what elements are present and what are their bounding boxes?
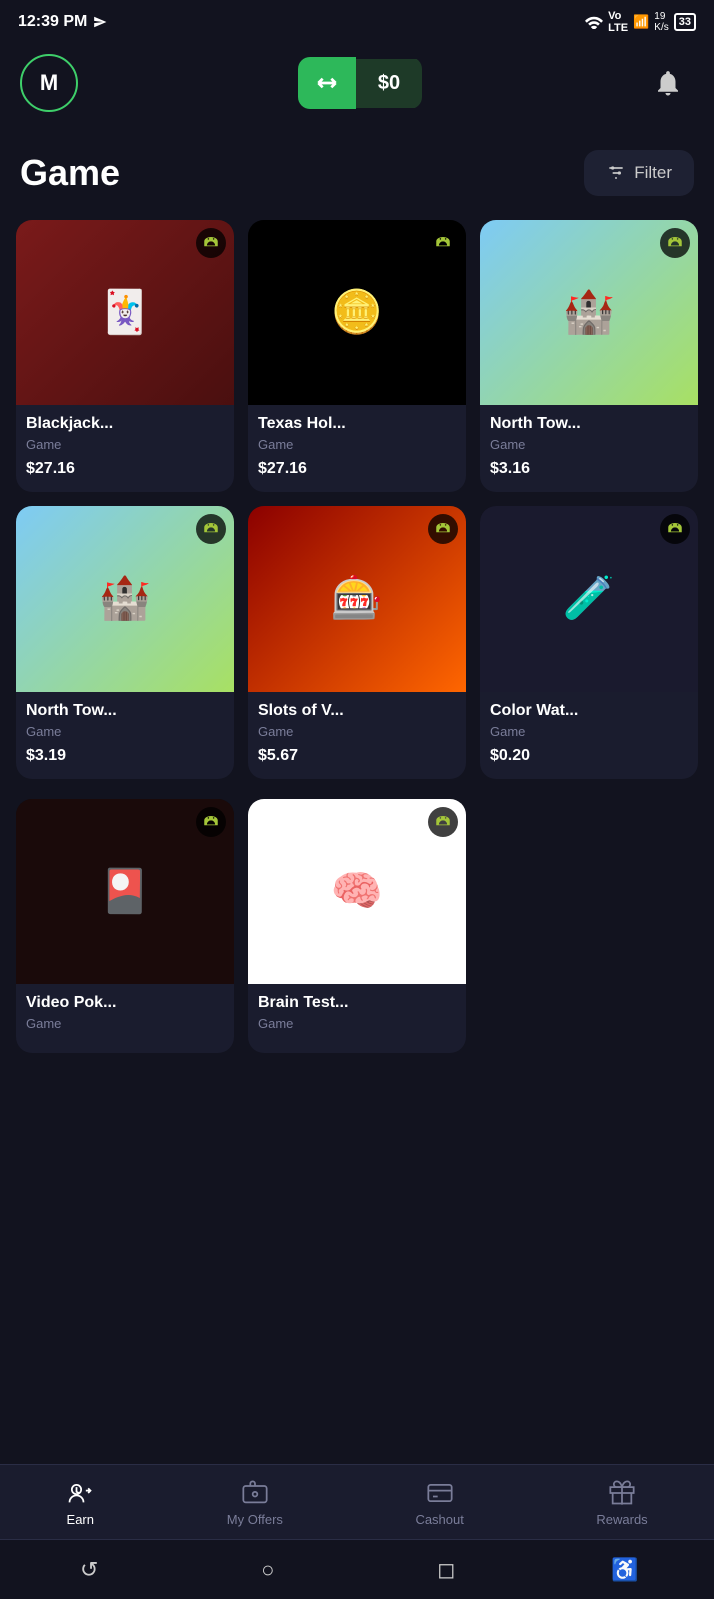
- game-name: Blackjack...: [26, 415, 224, 433]
- game-type: Game: [26, 437, 224, 452]
- game-name: North Tow...: [26, 702, 224, 720]
- game-price: $3.19: [26, 747, 224, 765]
- game-card-colorwater[interactable]: 🧪 Color Wat... Game $0.20: [480, 506, 698, 778]
- game-name: Color Wat...: [490, 702, 688, 720]
- game-card-northtow2[interactable]: 🏰 North Tow... Game $3.19: [16, 506, 234, 778]
- bottom-nav: Earn My Offers Cashout Rewards: [0, 1464, 714, 1539]
- game-name: Video Pok...: [26, 994, 224, 1012]
- game-type: Game: [26, 1016, 224, 1031]
- battery-indicator: 33: [674, 13, 696, 31]
- game-price: $0.20: [490, 747, 688, 765]
- home-button[interactable]: ○: [246, 1548, 290, 1592]
- android-badge: [196, 228, 226, 258]
- status-icons: VoLTE 📶 19K/s 33: [585, 10, 696, 34]
- game-type: Game: [26, 724, 224, 739]
- game-grid-partial: 🎴 Video Pok... Game 🧠 Brain Test...: [0, 799, 714, 1153]
- game-info: North Tow... Game $3.19: [16, 692, 234, 765]
- balance-icon: [298, 57, 356, 109]
- game-info: Slots of V... Game $5.67: [248, 692, 466, 765]
- game-card-videopok[interactable]: 🎴 Video Pok... Game: [16, 799, 234, 1053]
- game-price: $3.16: [490, 460, 688, 478]
- game-info: North Tow... Game $3.16: [480, 405, 698, 478]
- accessibility-button[interactable]: ♿: [603, 1548, 647, 1592]
- app-header: M $0: [0, 40, 714, 130]
- game-type: Game: [258, 724, 456, 739]
- game-info: Blackjack... Game $27.16: [16, 405, 234, 478]
- game-type: Game: [258, 437, 456, 452]
- android-badge: [660, 228, 690, 258]
- game-card-texas[interactable]: 🪙 Texas Hol... Game $27.16: [248, 220, 466, 492]
- game-card-braintest[interactable]: 🧠 Brain Test... Game: [248, 799, 466, 1053]
- android-badge: [196, 807, 226, 837]
- page-title-row: Game Filter: [0, 130, 714, 220]
- page-title: Game: [20, 152, 120, 194]
- nav-cashout[interactable]: Cashout: [415, 1479, 463, 1527]
- game-type: Game: [258, 1016, 456, 1031]
- nav-earn[interactable]: Earn: [66, 1479, 94, 1527]
- game-name: North Tow...: [490, 415, 688, 433]
- game-name: Brain Test...: [258, 994, 456, 1012]
- game-name: Texas Hol...: [258, 415, 456, 433]
- game-info: Texas Hol... Game $27.16: [248, 405, 466, 478]
- game-info: Color Wat... Game $0.20: [480, 692, 698, 765]
- game-type: Game: [490, 437, 688, 452]
- notification-button[interactable]: [642, 57, 694, 109]
- android-badge: [428, 807, 458, 837]
- nav-rewards[interactable]: Rewards: [596, 1479, 647, 1527]
- balance-amount: $0: [356, 59, 422, 108]
- android-badge: [428, 228, 458, 258]
- system-nav: ↺ ○ ◻ ♿: [0, 1539, 714, 1599]
- avatar[interactable]: M: [20, 54, 78, 112]
- game-card-northtow1[interactable]: 🏰 North Tow... Game $3.16: [480, 220, 698, 492]
- game-price: $5.67: [258, 747, 456, 765]
- game-name: Slots of V...: [258, 702, 456, 720]
- game-grid: 🃏 Blackjack... Game $27.16 🪙 Texas Hol..…: [0, 220, 714, 799]
- game-price: $27.16: [26, 460, 224, 478]
- status-time: 12:39 PM: [18, 13, 107, 31]
- back-button[interactable]: ↺: [67, 1548, 111, 1592]
- game-card-slots[interactable]: 🎰 Slots of V... Game $5.67: [248, 506, 466, 778]
- filter-button[interactable]: Filter: [584, 150, 694, 196]
- game-info: Brain Test... Game: [248, 984, 466, 1031]
- game-info: Video Pok... Game: [16, 984, 234, 1031]
- nav-my-offers[interactable]: My Offers: [227, 1479, 283, 1527]
- game-type: Game: [490, 724, 688, 739]
- game-price: $27.16: [258, 460, 456, 478]
- balance-button[interactable]: $0: [298, 57, 422, 109]
- game-card-blackjack[interactable]: 🃏 Blackjack... Game $27.16: [16, 220, 234, 492]
- recents-button[interactable]: ◻: [424, 1548, 468, 1592]
- status-bar: 12:39 PM VoLTE 📶 19K/s 33: [0, 0, 714, 40]
